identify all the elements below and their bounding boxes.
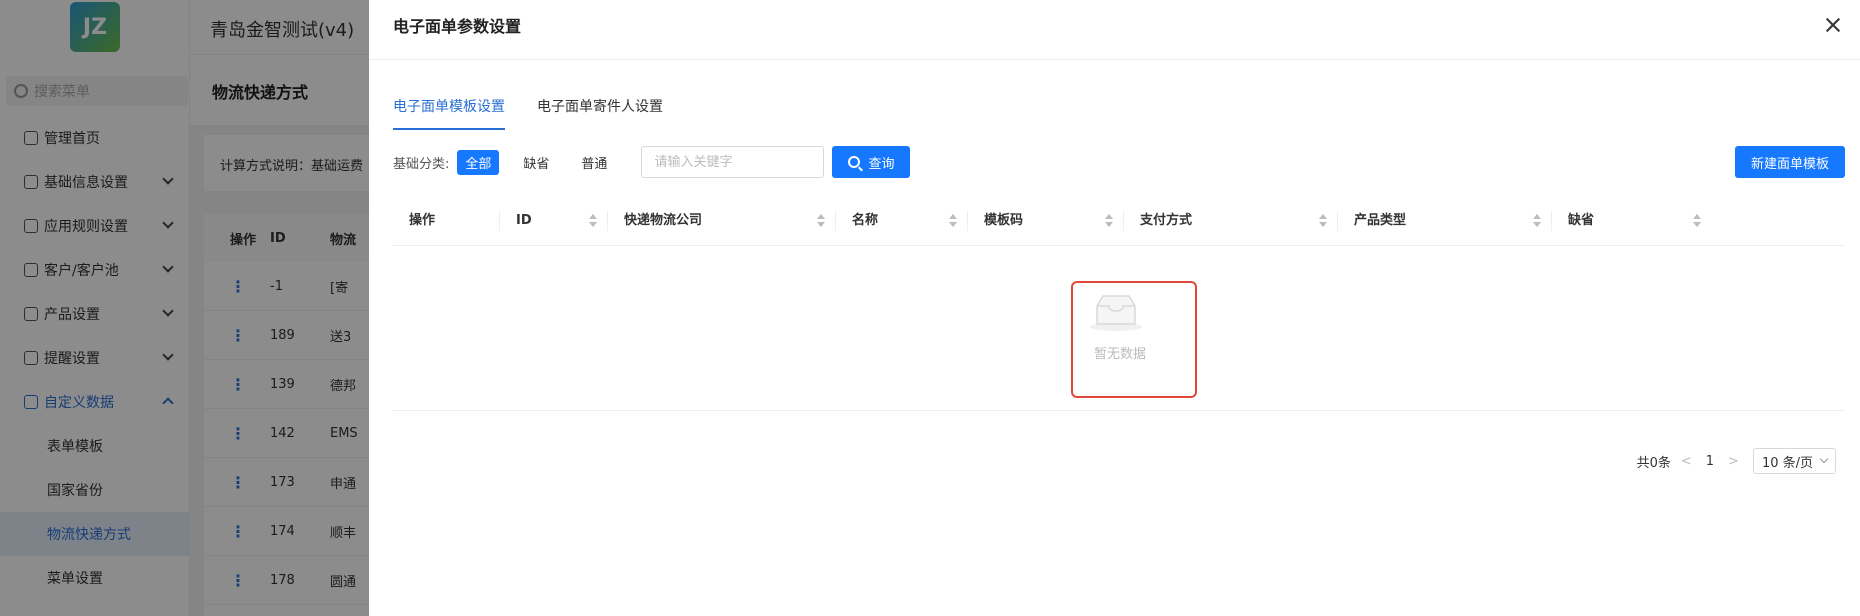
table-header: 操作 ID 快递物流公司 名称 模板码 支付方式 产品类型 缺省 — [393, 196, 1845, 246]
pagination-page[interactable]: 1 — [1702, 454, 1718, 469]
sort-icon[interactable] — [817, 213, 825, 229]
category-chip-default[interactable]: 缺省 — [515, 150, 557, 175]
column-header-payment[interactable]: 支付方式 — [1123, 210, 1337, 231]
drawer-header: 电子面单参数设置 — [369, 0, 1860, 60]
tab-template-settings[interactable]: 电子面单模板设置 — [393, 92, 505, 130]
query-button[interactable]: 查询 — [832, 146, 911, 178]
column-header-name[interactable]: 名称 — [835, 210, 967, 231]
sort-icon[interactable] — [1693, 213, 1701, 229]
category-chip-normal[interactable]: 普通 — [573, 150, 615, 175]
sort-icon[interactable] — [589, 213, 597, 229]
column-header-product-type[interactable]: 产品类型 — [1337, 210, 1551, 231]
tab-sender-settings[interactable]: 电子面单寄件人设置 — [537, 92, 663, 130]
keyword-input[interactable] — [641, 146, 825, 178]
close-icon[interactable] — [1822, 14, 1844, 36]
column-header-action: 操作 — [409, 212, 436, 228]
query-button-label: 查询 — [868, 156, 895, 172]
page-size-select[interactable]: 10 条/页 — [1752, 448, 1836, 474]
empty-text: 暂无数据 — [1093, 347, 1146, 362]
sort-icon[interactable] — [949, 213, 957, 229]
search-icon — [848, 156, 861, 168]
column-header-default[interactable]: 缺省 — [1551, 210, 1711, 231]
category-chip-all[interactable]: 全部 — [457, 149, 500, 175]
column-header-company[interactable]: 快递物流公司 — [607, 210, 835, 231]
sort-icon[interactable] — [1319, 213, 1327, 229]
category-label: 基础分类: — [393, 156, 450, 172]
column-header-id[interactable]: ID — [499, 210, 607, 231]
sort-icon[interactable] — [1105, 213, 1113, 229]
sort-icon[interactable] — [1533, 213, 1541, 229]
chevron-left-icon[interactable]: < — [1681, 454, 1692, 469]
page-size-value: 10 条/页 — [1761, 455, 1813, 471]
column-header-template-code[interactable]: 模板码 — [967, 210, 1123, 231]
empty-inbox-icon — [1090, 295, 1142, 331]
chevron-down-icon — [1819, 454, 1829, 464]
chevron-right-icon[interactable]: > — [1728, 454, 1739, 469]
drawer-title: 电子面单参数设置 — [393, 17, 522, 36]
new-template-button[interactable]: 新建面单模板 — [1734, 146, 1845, 178]
pagination: 共0条 < 1 > 10 条/页 — [1637, 448, 1836, 474]
drawer-tabs: 电子面单模板设置 电子面单寄件人设置 — [393, 92, 695, 130]
pagination-total: 共0条 — [1636, 455, 1671, 471]
filter-bar: 基础分类: 全部 缺省 普通 查询 新建面单模板 — [393, 145, 1845, 179]
